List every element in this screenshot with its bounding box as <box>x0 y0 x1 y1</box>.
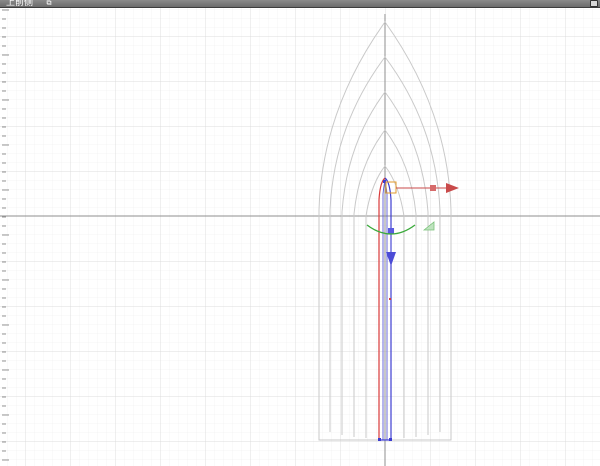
top-viewport[interactable]: 上前侧 ⧉ <box>0 0 600 466</box>
maximize-icon[interactable] <box>590 0 598 7</box>
vertex-handle <box>389 298 391 300</box>
viewport-canvas[interactable] <box>0 0 600 466</box>
view-menu-icon[interactable]: ⧉ <box>44 0 54 7</box>
viewport-title[interactable]: 上前侧 <box>6 0 33 10</box>
viewport-title-bar[interactable]: 上前侧 ⧉ <box>0 0 600 8</box>
vertex-handle <box>378 438 381 441</box>
left-ruler <box>2 9 9 461</box>
gizmo-x-scale-handle <box>430 185 436 191</box>
gizmo-y-scale-handle <box>388 228 394 234</box>
grid-major <box>0 0 600 466</box>
vertex-handle <box>389 438 392 441</box>
